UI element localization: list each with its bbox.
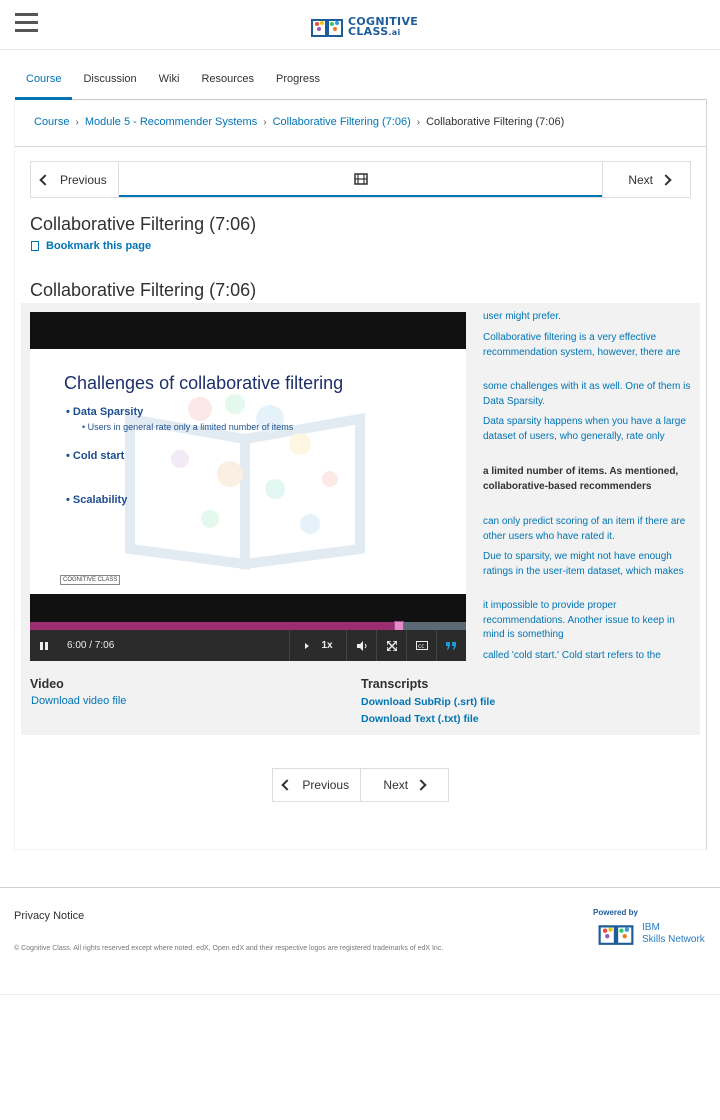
transcript-line[interactable]: called 'cold start.' Cold start refers t… — [483, 649, 693, 664]
tab-resources[interactable]: Resources — [190, 66, 265, 100]
tab-progress[interactable]: Progress — [265, 66, 331, 100]
play-speed-icon — [305, 642, 310, 649]
powered-by-label: Powered by — [593, 908, 638, 917]
transcript-line[interactable]: user might prefer. — [483, 310, 693, 325]
transcript-line[interactable]: Collaborative filtering is a very effect… — [483, 331, 693, 360]
transcript-line[interactable]: Data sparsity happens when you have a la… — [483, 415, 693, 444]
breadcrumb-module[interactable]: Module 5 - Recommender Systems — [85, 116, 257, 128]
sequence-next-button[interactable]: Next — [602, 162, 690, 197]
transcript-toggle-button[interactable] — [436, 630, 466, 661]
sequence-nav: Previous Next — [30, 161, 691, 198]
download-video-link[interactable]: Download video file — [31, 695, 126, 707]
divider — [15, 146, 707, 147]
breadcrumb-section[interactable]: Collaborative Filtering (7:06) — [273, 116, 411, 128]
sequence-previous-button[interactable]: Previous — [31, 162, 119, 197]
transcripts-heading: Transcripts — [361, 677, 429, 691]
speed-button[interactable]: 1x — [289, 630, 346, 661]
chevron-right-icon — [660, 173, 672, 186]
ibm-skills-network-logo[interactable]: IBM Skills Network — [596, 922, 705, 946]
video-controls: 6:00 / 7:06 1x cc — [30, 630, 466, 661]
fullscreen-button[interactable] — [376, 630, 406, 661]
quote-icon — [446, 641, 456, 650]
slide-bullet-2: • Cold start — [66, 450, 125, 462]
transcript-line-current[interactable]: a limited number of items. As mentioned,… — [483, 465, 693, 494]
chevron-right-icon — [415, 779, 427, 791]
breadcrumb-course[interactable]: Course — [34, 116, 69, 128]
book-logo-icon — [598, 925, 634, 945]
footer: Privacy Notice © Cognitive Class. All ri… — [0, 887, 720, 995]
top-bar: COGNITIVE CLASS.ai — [0, 0, 720, 50]
privacy-notice-link[interactable]: Privacy Notice — [14, 910, 84, 922]
breadcrumb-current: Collaborative Filtering (7:06) — [426, 116, 565, 128]
slide-sub-bullet: • Users in general rate only a limited n… — [82, 422, 294, 432]
svg-text:cc: cc — [418, 643, 425, 650]
transcript-line[interactable]: it impossible to provide proper recommen… — [483, 599, 693, 643]
logo-text: COGNITIVE CLASS.ai — [348, 14, 419, 38]
fullscreen-icon — [386, 640, 397, 651]
ibm-text: IBM Skills Network — [642, 922, 705, 945]
menu-icon[interactable] — [15, 13, 38, 33]
video-player[interactable]: Challenges of collaborative filtering • … — [30, 312, 466, 661]
video-time: 6:00 / 7:06 — [67, 640, 115, 651]
course-tabs: Course Discussion Wiki Resources Progres… — [15, 66, 707, 100]
transcript-line[interactable]: can only predict scoring of an item if t… — [483, 515, 693, 544]
bookmark-button[interactable]: Bookmark this page — [31, 240, 151, 252]
download-srt-link[interactable]: Download SubRip (.srt) file — [361, 696, 495, 708]
chevron-left-icon — [39, 173, 51, 186]
bottom-previous-button[interactable]: Previous — [273, 769, 361, 801]
copyright-text: © Cognitive Class. All rights reserved e… — [14, 945, 444, 952]
download-txt-link[interactable]: Download Text (.txt) file — [361, 713, 479, 725]
unit-title: Collaborative Filtering (7:06) — [30, 214, 257, 234]
breadcrumb: Course › Module 5 - Recommender Systems … — [34, 116, 564, 128]
slide-bullet-1: • Data Sparsity — [66, 406, 144, 418]
book-logo-icon — [311, 19, 343, 37]
video-download-heading: Video — [30, 677, 64, 691]
video-progress-fill — [30, 622, 398, 630]
cognitive-class-logo[interactable]: COGNITIVE CLASS.ai — [310, 15, 418, 39]
tab-wiki[interactable]: Wiki — [148, 66, 191, 100]
tab-discussion[interactable]: Discussion — [72, 66, 147, 100]
bookmark-icon — [31, 241, 39, 251]
chevron-left-icon — [281, 779, 294, 791]
transcript-line[interactable]: some challenges with it as well. One of … — [483, 380, 693, 409]
chevron-right-icon: › — [416, 116, 421, 128]
transcript-line[interactable]: Due to sparsity, we might not have enoug… — [483, 550, 693, 579]
volume-icon — [356, 640, 366, 651]
bottom-pager: Previous Next — [272, 768, 449, 802]
tab-course[interactable]: Course — [15, 66, 73, 100]
chevron-right-icon: › — [75, 116, 79, 128]
volume-button[interactable] — [346, 630, 376, 661]
slide-title: Challenges of collaborative filtering — [64, 373, 344, 393]
chevron-right-icon: › — [263, 116, 267, 128]
sequence-unit-tab[interactable] — [119, 162, 602, 197]
slide-logo: COGNITIVE CLASS — [60, 575, 121, 585]
pause-button[interactable] — [30, 630, 58, 661]
slide-bullet-3: • Scalability — [66, 494, 128, 506]
video-frame: Challenges of collaborative filtering • … — [30, 349, 466, 594]
bottom-next-button[interactable]: Next — [361, 769, 449, 801]
video-progress-bar[interactable] — [30, 621, 466, 631]
video-title: Collaborative Filtering (7:06) — [30, 280, 257, 300]
captions-button[interactable]: cc — [406, 630, 436, 661]
pause-icon — [40, 641, 48, 650]
film-icon — [353, 172, 368, 185]
closed-captions-icon: cc — [415, 641, 428, 650]
